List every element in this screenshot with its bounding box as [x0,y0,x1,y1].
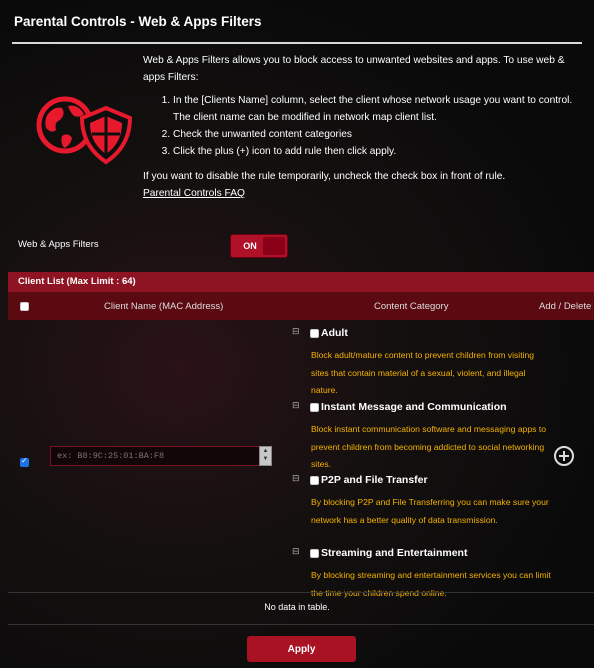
client-list-header: Client List (Max Limit : 64) [8,272,594,292]
client-mac-input[interactable]: ex: B8:9C:25:01:BA:F8 [50,446,260,466]
category-streaming: ⊟ Streaming and Entertainment By blockin… [292,545,552,598]
client-list-title: Client List (Max Limit : 64) [18,276,136,287]
select-all-checkbox[interactable] [20,302,29,311]
instruction-step-1: In the [Clients Name] column, select the… [173,92,583,126]
tree-node-icon: ⊟ [292,327,300,337]
category-streaming-name: Streaming and Entertainment [321,547,468,559]
category-p2p: ⊟ P2P and File Transfer By blocking P2P … [292,472,552,539]
toggle-state-text: ON [243,241,257,251]
column-client-name: Client Name (MAC Address) [104,301,224,312]
toggle-knob [263,237,285,255]
rule-enable-checkbox[interactable] [20,456,29,467]
empty-table-message: No data in table. [264,602,330,612]
globe-shield-icon [36,96,132,165]
client-list-column-headers: Client Name (MAC Address) Content Catego… [8,292,594,320]
category-instant-message-checkbox[interactable] [310,403,319,412]
category-instant-message: ⊟ Instant Message and Communication Bloc… [292,399,552,469]
category-adult-checkbox[interactable] [310,329,319,338]
content-category-list: ⊟ Adult Block adult/mature content to pr… [292,325,552,601]
tree-node-icon: ⊟ [292,474,300,484]
category-adult-name: Adult [321,327,348,339]
category-p2p-checkbox[interactable] [310,476,319,485]
description-block: Web & Apps Filters allows you to block a… [143,52,583,202]
table-divider [8,592,594,593]
instruction-step-3: Click the plus (+) icon to add rule then… [173,143,583,160]
column-add-delete: Add / Delete [539,301,592,312]
category-adult: ⊟ Adult Block adult/mature content to pr… [292,325,552,395]
description-note: If you want to disable the rule temporar… [143,171,506,182]
category-streaming-checkbox[interactable] [310,549,319,558]
tree-node-icon: ⊟ [292,547,300,557]
web-apps-filters-toggle[interactable]: ON [230,234,288,258]
apply-button-label: Apply [287,644,316,655]
web-apps-filters-label: Web & Apps Filters [18,239,99,250]
add-rule-icon[interactable] [554,446,574,466]
apply-button[interactable]: Apply [247,636,356,662]
title-divider [12,42,582,44]
page-title-bar: Parental Controls - Web & Apps Filters [0,6,594,44]
client-dropdown-spinner[interactable]: ▲ ▼ [259,446,272,466]
category-instant-message-name: Instant Message and Communication [321,401,507,413]
parental-controls-faq-link[interactable]: Parental Controls FAQ [143,188,245,199]
page-title: Parental Controls - Web & Apps Filters [14,14,262,29]
instruction-steps: In the [Clients Name] column, select the… [143,92,583,160]
instruction-step-2: Check the unwanted content categories [173,126,583,143]
tree-node-icon: ⊟ [292,401,300,411]
table-bottom-divider [8,624,594,625]
column-content-category: Content Category [374,301,449,312]
description-intro: Web & Apps Filters allows you to block a… [143,55,565,83]
category-p2p-name: P2P and File Transfer [321,474,428,486]
